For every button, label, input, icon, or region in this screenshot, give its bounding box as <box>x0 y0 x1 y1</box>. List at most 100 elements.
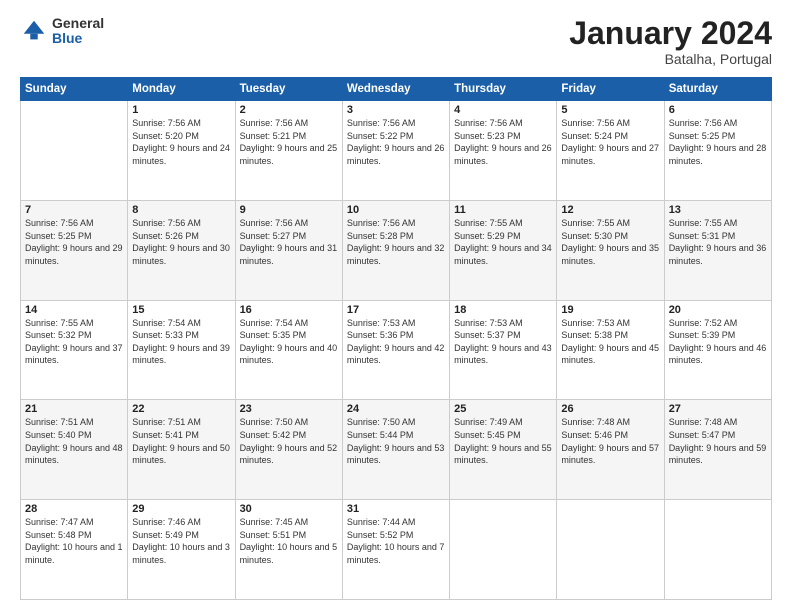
calendar-cell: 25Sunrise: 7:49 AM Sunset: 5:45 PM Dayli… <box>450 400 557 500</box>
calendar-week-row: 7Sunrise: 7:56 AM Sunset: 5:25 PM Daylig… <box>21 200 772 300</box>
day-number: 20 <box>669 304 767 316</box>
day-number: 9 <box>240 204 338 216</box>
day-info: Sunrise: 7:56 AM Sunset: 5:26 PM Dayligh… <box>132 217 230 267</box>
day-info: Sunrise: 7:48 AM Sunset: 5:46 PM Dayligh… <box>561 416 659 466</box>
weekday-header: Monday <box>128 78 235 101</box>
day-number: 10 <box>347 204 445 216</box>
weekday-header-row: SundayMondayTuesdayWednesdayThursdayFrid… <box>21 78 772 101</box>
calendar-cell: 26Sunrise: 7:48 AM Sunset: 5:46 PM Dayli… <box>557 400 664 500</box>
day-number: 8 <box>132 204 230 216</box>
day-info: Sunrise: 7:56 AM Sunset: 5:25 PM Dayligh… <box>669 117 767 167</box>
day-number: 26 <box>561 403 659 415</box>
calendar-cell: 4Sunrise: 7:56 AM Sunset: 5:23 PM Daylig… <box>450 101 557 201</box>
calendar-cell: 7Sunrise: 7:56 AM Sunset: 5:25 PM Daylig… <box>21 200 128 300</box>
day-number: 25 <box>454 403 552 415</box>
calendar-cell: 16Sunrise: 7:54 AM Sunset: 5:35 PM Dayli… <box>235 300 342 400</box>
day-number: 18 <box>454 304 552 316</box>
calendar-cell: 2Sunrise: 7:56 AM Sunset: 5:21 PM Daylig… <box>235 101 342 201</box>
day-info: Sunrise: 7:50 AM Sunset: 5:44 PM Dayligh… <box>347 416 445 466</box>
calendar-title: January 2024 <box>569 16 772 51</box>
day-number: 3 <box>347 104 445 116</box>
calendar-cell: 18Sunrise: 7:53 AM Sunset: 5:37 PM Dayli… <box>450 300 557 400</box>
calendar-week-row: 1Sunrise: 7:56 AM Sunset: 5:20 PM Daylig… <box>21 101 772 201</box>
day-info: Sunrise: 7:46 AM Sunset: 5:49 PM Dayligh… <box>132 516 230 566</box>
calendar-cell: 11Sunrise: 7:55 AM Sunset: 5:29 PM Dayli… <box>450 200 557 300</box>
day-info: Sunrise: 7:56 AM Sunset: 5:27 PM Dayligh… <box>240 217 338 267</box>
day-info: Sunrise: 7:56 AM Sunset: 5:21 PM Dayligh… <box>240 117 338 167</box>
calendar-cell: 23Sunrise: 7:50 AM Sunset: 5:42 PM Dayli… <box>235 400 342 500</box>
day-number: 31 <box>347 503 445 515</box>
day-info: Sunrise: 7:55 AM Sunset: 5:31 PM Dayligh… <box>669 217 767 267</box>
day-number: 7 <box>25 204 123 216</box>
calendar-cell <box>450 500 557 600</box>
day-number: 28 <box>25 503 123 515</box>
calendar-cell: 13Sunrise: 7:55 AM Sunset: 5:31 PM Dayli… <box>664 200 771 300</box>
weekday-header: Saturday <box>664 78 771 101</box>
day-number: 17 <box>347 304 445 316</box>
calendar-cell: 10Sunrise: 7:56 AM Sunset: 5:28 PM Dayli… <box>342 200 449 300</box>
day-number: 13 <box>669 204 767 216</box>
day-info: Sunrise: 7:53 AM Sunset: 5:37 PM Dayligh… <box>454 317 552 367</box>
day-info: Sunrise: 7:56 AM Sunset: 5:28 PM Dayligh… <box>347 217 445 267</box>
logo-icon <box>20 17 48 45</box>
day-number: 1 <box>132 104 230 116</box>
calendar-cell: 28Sunrise: 7:47 AM Sunset: 5:48 PM Dayli… <box>21 500 128 600</box>
day-info: Sunrise: 7:48 AM Sunset: 5:47 PM Dayligh… <box>669 416 767 466</box>
day-info: Sunrise: 7:50 AM Sunset: 5:42 PM Dayligh… <box>240 416 338 466</box>
calendar-cell: 27Sunrise: 7:48 AM Sunset: 5:47 PM Dayli… <box>664 400 771 500</box>
title-block: January 2024 Batalha, Portugal <box>569 16 772 67</box>
calendar-cell: 20Sunrise: 7:52 AM Sunset: 5:39 PM Dayli… <box>664 300 771 400</box>
weekday-header: Sunday <box>21 78 128 101</box>
day-number: 6 <box>669 104 767 116</box>
calendar-cell <box>557 500 664 600</box>
calendar-cell: 15Sunrise: 7:54 AM Sunset: 5:33 PM Dayli… <box>128 300 235 400</box>
day-number: 23 <box>240 403 338 415</box>
day-number: 2 <box>240 104 338 116</box>
day-number: 27 <box>669 403 767 415</box>
calendar-cell: 24Sunrise: 7:50 AM Sunset: 5:44 PM Dayli… <box>342 400 449 500</box>
day-number: 29 <box>132 503 230 515</box>
calendar-cell: 30Sunrise: 7:45 AM Sunset: 5:51 PM Dayli… <box>235 500 342 600</box>
day-info: Sunrise: 7:53 AM Sunset: 5:36 PM Dayligh… <box>347 317 445 367</box>
logo-text: General Blue <box>52 16 104 47</box>
calendar-cell: 5Sunrise: 7:56 AM Sunset: 5:24 PM Daylig… <box>557 101 664 201</box>
day-number: 11 <box>454 204 552 216</box>
day-info: Sunrise: 7:55 AM Sunset: 5:29 PM Dayligh… <box>454 217 552 267</box>
day-number: 12 <box>561 204 659 216</box>
day-info: Sunrise: 7:56 AM Sunset: 5:20 PM Dayligh… <box>132 117 230 167</box>
calendar-cell <box>21 101 128 201</box>
calendar-week-row: 21Sunrise: 7:51 AM Sunset: 5:40 PM Dayli… <box>21 400 772 500</box>
day-info: Sunrise: 7:49 AM Sunset: 5:45 PM Dayligh… <box>454 416 552 466</box>
day-number: 16 <box>240 304 338 316</box>
weekday-header: Wednesday <box>342 78 449 101</box>
day-info: Sunrise: 7:51 AM Sunset: 5:40 PM Dayligh… <box>25 416 123 466</box>
calendar-cell: 29Sunrise: 7:46 AM Sunset: 5:49 PM Dayli… <box>128 500 235 600</box>
calendar-cell: 6Sunrise: 7:56 AM Sunset: 5:25 PM Daylig… <box>664 101 771 201</box>
header: General Blue January 2024 Batalha, Portu… <box>20 16 772 67</box>
day-info: Sunrise: 7:55 AM Sunset: 5:30 PM Dayligh… <box>561 217 659 267</box>
calendar-cell <box>664 500 771 600</box>
calendar-cell: 1Sunrise: 7:56 AM Sunset: 5:20 PM Daylig… <box>128 101 235 201</box>
day-info: Sunrise: 7:56 AM Sunset: 5:24 PM Dayligh… <box>561 117 659 167</box>
weekday-header: Thursday <box>450 78 557 101</box>
weekday-header: Friday <box>557 78 664 101</box>
day-info: Sunrise: 7:51 AM Sunset: 5:41 PM Dayligh… <box>132 416 230 466</box>
calendar-cell: 21Sunrise: 7:51 AM Sunset: 5:40 PM Dayli… <box>21 400 128 500</box>
calendar-cell: 19Sunrise: 7:53 AM Sunset: 5:38 PM Dayli… <box>557 300 664 400</box>
calendar-cell: 12Sunrise: 7:55 AM Sunset: 5:30 PM Dayli… <box>557 200 664 300</box>
calendar-cell: 17Sunrise: 7:53 AM Sunset: 5:36 PM Dayli… <box>342 300 449 400</box>
calendar-subtitle: Batalha, Portugal <box>569 51 772 67</box>
page: General Blue January 2024 Batalha, Portu… <box>0 0 792 612</box>
day-info: Sunrise: 7:47 AM Sunset: 5:48 PM Dayligh… <box>25 516 123 566</box>
calendar-cell: 8Sunrise: 7:56 AM Sunset: 5:26 PM Daylig… <box>128 200 235 300</box>
calendar-week-row: 28Sunrise: 7:47 AM Sunset: 5:48 PM Dayli… <box>21 500 772 600</box>
day-info: Sunrise: 7:54 AM Sunset: 5:33 PM Dayligh… <box>132 317 230 367</box>
day-number: 24 <box>347 403 445 415</box>
logo-general: General <box>52 16 104 31</box>
day-number: 14 <box>25 304 123 316</box>
day-info: Sunrise: 7:45 AM Sunset: 5:51 PM Dayligh… <box>240 516 338 566</box>
day-number: 30 <box>240 503 338 515</box>
day-info: Sunrise: 7:54 AM Sunset: 5:35 PM Dayligh… <box>240 317 338 367</box>
calendar-table: SundayMondayTuesdayWednesdayThursdayFrid… <box>20 77 772 600</box>
day-info: Sunrise: 7:55 AM Sunset: 5:32 PM Dayligh… <box>25 317 123 367</box>
